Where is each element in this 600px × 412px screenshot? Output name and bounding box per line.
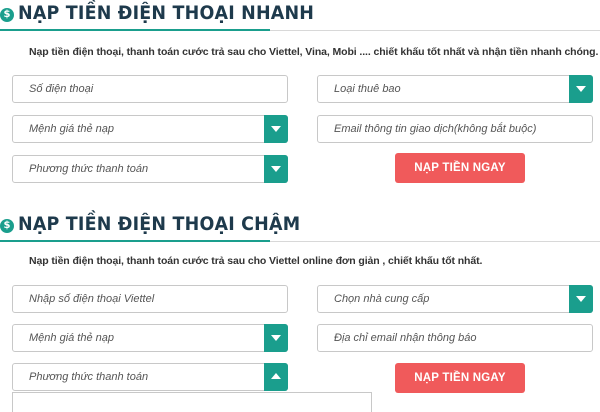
chevron-up-icon (271, 373, 281, 379)
card-value-placeholder: Mệnh giá thẻ nạp (29, 123, 115, 135)
payment-method-options-list[interactable] (12, 392, 372, 412)
chevron-down-icon (271, 126, 281, 132)
dropdown-toggle[interactable] (264, 115, 288, 143)
payment-method-placeholder: Phương thức thanh toán (29, 371, 149, 383)
chevron-down-icon (271, 335, 281, 341)
chevron-down-icon (576, 86, 586, 92)
slow-topup-section: $ NẠP TIỀN ĐIỆN THOẠI CHẬM (0, 211, 600, 247)
chevron-down-icon (271, 166, 281, 172)
dropdown-toggle[interactable] (264, 324, 288, 352)
provider-placeholder: Chọn nhà cung cấp (334, 293, 430, 305)
email-placeholder: Email thông tin giao dịch(không bắt buộc… (334, 123, 537, 135)
dropdown-toggle[interactable] (264, 155, 288, 183)
viettel-phone-input[interactable]: Nhập số điện thoại Viettel (12, 285, 288, 313)
section-title: NẠP TIỀN ĐIỆN THOẠI NHANH (18, 2, 315, 24)
fast-topup-section: $ NẠP TIỀN ĐIỆN THOẠI NHANH (0, 0, 600, 36)
card-value-placeholder: Mệnh giá thẻ nạp (29, 332, 115, 344)
viettel-phone-placeholder: Nhập số điện thoại Viettel (29, 293, 155, 305)
phone-number-placeholder: Số điện thoại (29, 83, 94, 95)
card-value-select[interactable]: Mệnh giá thẻ nạp (12, 115, 288, 143)
payment-method-select-open[interactable]: Phương thức thanh toán (12, 363, 288, 391)
submit-topup-button[interactable]: NẠP TIỀN NGAY (395, 363, 525, 393)
submit-topup-button[interactable]: NẠP TIỀN NGAY (395, 153, 525, 183)
title-underline (0, 240, 270, 242)
dollar-coin-icon: $ (0, 8, 14, 22)
payment-method-placeholder: Phương thức thanh toán (29, 163, 149, 175)
notification-email-input[interactable]: Địa chỉ email nhận thông báo (317, 324, 593, 352)
section-header: $ NẠP TIỀN ĐIỆN THOẠI NHANH (0, 0, 600, 36)
card-value-select[interactable]: Mệnh giá thẻ nạp (12, 324, 288, 352)
dollar-coin-icon: $ (0, 219, 14, 233)
notification-email-placeholder: Địa chỉ email nhận thông báo (334, 332, 477, 344)
section-title: NẠP TIỀN ĐIỆN THOẠI CHẬM (18, 213, 301, 235)
chevron-down-icon (576, 296, 586, 302)
slow-description: Nạp tiền điện thoại, thanh toán cước trả… (29, 255, 483, 267)
dropdown-toggle[interactable] (569, 75, 593, 103)
title-underline (0, 29, 270, 31)
payment-method-select[interactable]: Phương thức thanh toán (12, 155, 288, 183)
section-header: $ NẠP TIỀN ĐIỆN THOẠI CHẬM (0, 211, 600, 247)
phone-number-input[interactable]: Số điện thoại (12, 75, 288, 103)
provider-select[interactable]: Chọn nhà cung cấp (317, 285, 593, 313)
subscriber-type-select[interactable]: Loại thuê bao (317, 75, 593, 103)
email-input[interactable]: Email thông tin giao dịch(không bắt buộc… (317, 115, 593, 143)
fast-description: Nạp tiền điện thoại, thanh toán cước trả… (29, 46, 599, 58)
subscriber-type-placeholder: Loại thuê bao (334, 83, 401, 95)
dropdown-toggle[interactable] (569, 285, 593, 313)
dropdown-toggle[interactable] (264, 363, 288, 391)
